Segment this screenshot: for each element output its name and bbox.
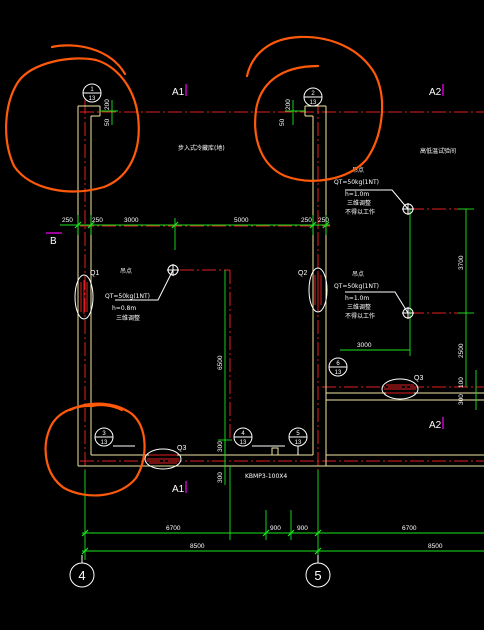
dimension-ticks [74, 221, 330, 555]
dim-b-6700-right: 6700 [402, 525, 417, 532]
dim-v-300-a: 300 [458, 394, 465, 405]
hoist-sub-2a: 三维调整 [347, 199, 371, 207]
dim-v-100: 100 [458, 377, 465, 388]
grid-axis-5: 5 [314, 568, 321, 583]
dim-row-250-d: 250 [318, 217, 329, 224]
dim-tr-200: 200 [285, 99, 292, 110]
dim-b-900-b: 900 [297, 525, 308, 532]
dim-row-5000: 5000 [234, 217, 249, 224]
hoist-sub-3a: 三维调整 [347, 303, 371, 311]
dim-b-8500-right: 8500 [428, 543, 443, 550]
dim-b-6700-left: 6700 [166, 525, 181, 532]
dim-h-3000-right: 3000 [357, 342, 372, 349]
callout-6-sheet: 13 [335, 370, 342, 376]
hoist-label-3: 吊点 [352, 270, 364, 278]
grid-axis-4: 4 [78, 568, 85, 583]
marker-label-q2: Q2 [298, 270, 307, 277]
marker-label-q3-left: Q3 [177, 445, 186, 452]
hoist-load-2: QT=50kg(1NT) [334, 179, 379, 186]
hoist-height-2: h=1.0m [345, 191, 369, 198]
dimension-texts: 200 50 200 50 250 250 3000 5000 250 250 … [62, 99, 465, 550]
hoist-load-1: QT=50kg(1NT) [105, 293, 150, 300]
hoist-sub-3b: 不得以工作 [345, 312, 375, 320]
room-label-right: 高低温试验间 [420, 147, 456, 155]
dim-v-2500: 2500 [458, 343, 465, 358]
room-label-left: 步入式冷藏库(地) [178, 144, 225, 152]
callout-4-sheet: 13 [240, 440, 247, 446]
marker-label-q1: Q1 [90, 270, 99, 277]
dim-v-6500: 6500 [217, 355, 224, 370]
dim-row-250-c: 250 [301, 217, 312, 224]
callout-5-sheet: 13 [295, 440, 302, 446]
hoist-sub-2b: 不得以工作 [345, 208, 375, 216]
room-labels: 步入式冷藏库(地) 高低温试验间 [178, 144, 456, 155]
axis-lines [80, 100, 484, 470]
marker-label-q3-right: Q3 [414, 375, 423, 382]
hoist-load-3: QT=50kg(1NT) [334, 283, 379, 290]
markup-circle-top-right [245, 35, 384, 182]
dim-row-250-b: 250 [92, 217, 103, 224]
dim-v-300-c: 300 [217, 472, 224, 483]
door-notch [271, 447, 279, 455]
axis-label-b: B [50, 236, 57, 247]
hoist-label-1: 吊点 [120, 267, 132, 275]
axis-label-a2-mid: A2 [429, 420, 442, 431]
dim-row-250-a: 250 [62, 217, 73, 224]
callout-3-sheet: 13 [101, 440, 108, 446]
axis-label-a1-bottom: A1 [172, 484, 185, 495]
bottom-code-label: KBMP3-100X4 [245, 473, 287, 480]
dim-b-8500-left: 8500 [190, 543, 205, 550]
grid-axis-numbers: 4 5 [78, 568, 321, 583]
callout-leaders [113, 445, 299, 455]
callout-2-sheet: 13 [310, 100, 317, 106]
dim-b-900-a: 900 [270, 525, 281, 532]
callout-texts: 1 13 2 13 3 13 4 13 5 13 6 13 [89, 87, 342, 446]
hoist-height-1: h=0.8m [112, 305, 136, 312]
dim-v-300-b: 300 [217, 441, 224, 452]
cad-drawing-canvas: A1 A2 A2 A1 B 4 5 1 13 2 13 3 13 4 13 5 … [5, 35, 484, 588]
walls [77, 105, 484, 467]
grid-bubbles [69, 555, 331, 588]
dim-tl-200: 200 [104, 99, 111, 110]
markup-circle-top-left [5, 44, 140, 193]
dim-tl-50: 50 [104, 118, 111, 126]
detail-callouts [82, 83, 348, 447]
axis-label-a1-top: A1 [172, 87, 185, 98]
markup-circle-bottom-left [44, 402, 146, 497]
hoist-sub-1: 三维调整 [116, 314, 140, 322]
dim-v-3700: 3700 [458, 255, 465, 270]
callout-1-sheet: 13 [89, 96, 96, 102]
dim-row-3000: 3000 [124, 217, 139, 224]
axis-label-a2-top: A2 [429, 87, 442, 98]
hoist-height-3: h=1.0m [345, 295, 369, 302]
dim-tr-50: 50 [279, 118, 286, 126]
